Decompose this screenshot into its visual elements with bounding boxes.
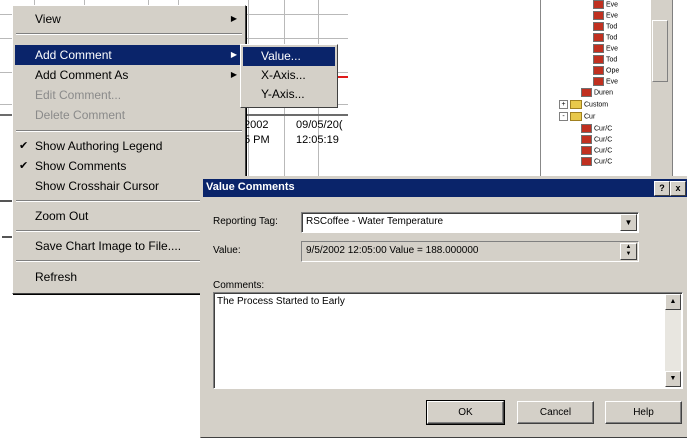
tree-node[interactable]: Cur/C (581, 157, 612, 166)
close-icon[interactable]: x (670, 181, 686, 196)
tree-node[interactable]: Eve (593, 0, 618, 9)
menu-item-delete-comment: Delete Comment (35, 108, 126, 122)
submenu-arrow-icon: ▶ (230, 14, 237, 23)
collapse-icon[interactable]: - (559, 112, 568, 121)
tag-icon (593, 55, 604, 64)
folder-icon (570, 112, 582, 121)
value-comments-dialog: Value Comments ? x Reporting Tag: RSCoff… (200, 176, 687, 438)
reporting-tag-label: Reporting Tag: (213, 216, 278, 227)
menu-item-show-authoring-legend[interactable]: ✔ Show Authoring Legend (15, 136, 243, 156)
comments-scrollbar[interactable]: ▲ ▼ (665, 294, 681, 387)
tree-scrollbar[interactable] (650, 0, 668, 185)
tree-node[interactable]: Eve (593, 11, 618, 20)
tree-node[interactable]: Cur/C (581, 124, 612, 133)
tree-node[interactable]: Cur/C (581, 135, 612, 144)
tag-icon (581, 88, 592, 97)
chevron-down-icon[interactable]: ▼ (620, 214, 637, 231)
tree-node[interactable]: Ope (593, 66, 619, 75)
checkmark-icon: ✔ (19, 140, 29, 152)
menu-separator (16, 130, 242, 132)
tag-icon (593, 33, 604, 42)
tag-icon (593, 22, 604, 31)
tag-icon (593, 66, 604, 75)
dialog-title-bar[interactable]: Value Comments ? x (203, 179, 687, 197)
menu-item-view[interactable]: View ▶ (15, 9, 243, 29)
tag-icon (593, 44, 604, 53)
tree-folder[interactable]: - Cur (559, 112, 595, 121)
tag-icon (581, 135, 592, 144)
tag-icon (581, 146, 592, 155)
tree-node[interactable]: Cur/C (581, 146, 612, 155)
add-comment-submenu: Value... X-Axis... Y-Axis... (240, 44, 338, 108)
axis-tick (2, 236, 12, 238)
tree-node[interactable]: Eve (593, 77, 618, 86)
tree-node[interactable]: Tod (593, 55, 617, 64)
help-button[interactable]: Help (605, 401, 682, 424)
menu-item-edit-comment: Edit Comment... (35, 88, 122, 102)
menu-item-add-comment-as[interactable]: Add Comment As ▶ (15, 65, 243, 85)
ok-button[interactable]: OK (426, 400, 505, 425)
tag-icon (593, 11, 604, 20)
submenu-item-x-axis[interactable]: X-Axis... (243, 66, 335, 85)
tree-folder[interactable]: + Custom (559, 100, 608, 109)
tree-node[interactable]: Duren (581, 88, 613, 97)
dialog-title: Value Comments (206, 181, 295, 193)
spin-icon[interactable]: ▲ ▼ (620, 243, 637, 260)
submenu-arrow-icon: ▶ (230, 50, 237, 59)
comments-textarea[interactable]: The Process Started to Early ▲ ▼ (213, 292, 683, 389)
reporting-tag-dropdown[interactable]: RSCoffee - Water Temperature ▼ (301, 212, 639, 233)
scroll-thumb[interactable] (652, 20, 668, 82)
timestamp-label: 09/05/20(12:05:19 (296, 119, 343, 146)
folder-icon (570, 100, 582, 109)
menu-separator (16, 33, 242, 35)
value-field: 9/5/2002 12:05:00 Value = 188.000000 ▲ ▼ (301, 241, 639, 262)
menu-item-add-comment[interactable]: Add Comment ▶ (15, 45, 243, 65)
value-label: Value: (213, 245, 241, 256)
tree-node[interactable]: Tod (593, 33, 617, 42)
scroll-down-icon[interactable]: ▼ (665, 371, 681, 387)
menu-item-show-comments[interactable]: ✔ Show Comments (15, 156, 243, 176)
tag-icon (593, 77, 604, 86)
expand-icon[interactable]: + (559, 100, 568, 109)
help-icon[interactable]: ? (654, 181, 670, 196)
tag-icon (593, 0, 604, 9)
checkmark-icon: ✔ (19, 160, 29, 172)
tag-icon (581, 124, 592, 133)
tree-node[interactable]: Tod (593, 22, 617, 31)
submenu-item-value[interactable]: Value... (243, 47, 335, 66)
tag-icon (581, 157, 592, 166)
axis-tick (0, 200, 12, 202)
side-panel (668, 0, 687, 185)
submenu-item-y-axis[interactable]: Y-Axis... (243, 85, 335, 104)
tag-tree-panel[interactable]: Eve Eve Tod Tod Eve Tod Ope Eve Duren + C… (540, 0, 651, 185)
timestamp-label: 2002 5 PM (244, 119, 270, 146)
scroll-up-icon[interactable]: ▲ (665, 294, 681, 310)
comments-label: Comments: (213, 280, 265, 291)
submenu-arrow-icon: ▶ (230, 70, 237, 79)
tree-node[interactable]: Eve (593, 44, 618, 53)
cancel-button[interactable]: Cancel (517, 401, 594, 424)
